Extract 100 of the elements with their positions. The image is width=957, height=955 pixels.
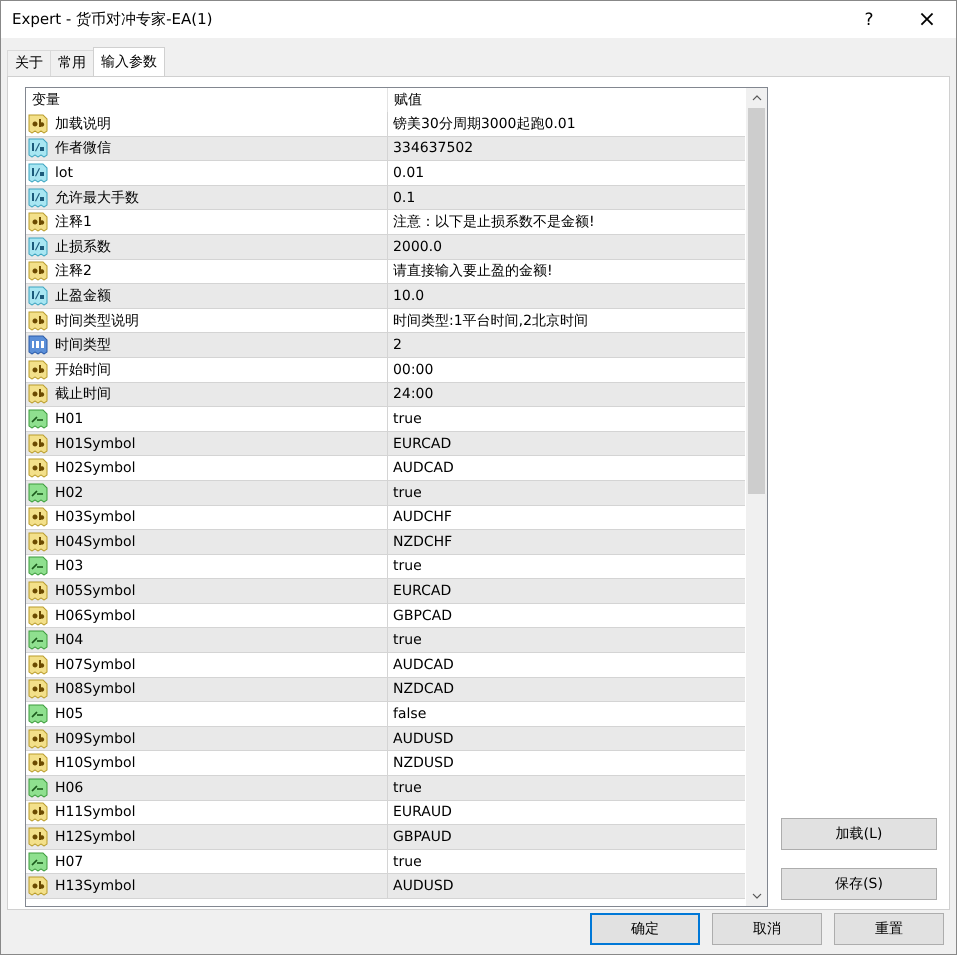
type-icon — [28, 728, 48, 749]
variable-name: H03Symbol — [55, 509, 136, 526]
variable-value[interactable]: 请直接输入要止盈的金额! — [393, 262, 553, 280]
variable-value[interactable]: true — [393, 780, 422, 796]
variable-value[interactable]: 镑美30分周期3000起跑0.01 — [393, 114, 576, 133]
scroll-up-icon[interactable] — [752, 95, 762, 101]
variable-name: H11Symbol — [55, 804, 136, 820]
type-icon — [28, 556, 48, 576]
variable-value[interactable]: 0.01 — [393, 164, 424, 181]
variable-value[interactable]: EURCAD — [393, 583, 452, 600]
variable-name: 截止时间 — [55, 385, 111, 404]
type-icon — [28, 827, 48, 848]
type-icon — [28, 630, 48, 650]
type-icon — [28, 212, 48, 232]
variable-name: 止盈金额 — [55, 286, 111, 305]
variable-value[interactable]: true — [393, 410, 422, 427]
variable-name: H07Symbol — [55, 656, 136, 673]
variable-name: H05Symbol — [55, 583, 136, 600]
dialog-button[interactable]: 重置 — [834, 913, 944, 945]
variable-value[interactable]: AUDUSD — [393, 878, 454, 894]
type-icon — [28, 384, 48, 404]
side-button[interactable]: 保存(S) — [781, 868, 937, 900]
variable-name: 时间类型说明 — [55, 312, 139, 330]
type-icon — [28, 532, 48, 552]
variable-value[interactable]: true — [393, 632, 422, 648]
variable-name: H03 — [55, 558, 84, 574]
variable-name: H09Symbol — [55, 730, 136, 747]
type-icon — [28, 434, 48, 454]
type-icon — [28, 236, 48, 257]
close-button[interactable]: × — [898, 7, 956, 32]
window-title: Expert - 货币对冲专家-EA(1) — [12, 10, 214, 29]
variable-name: 开始时间 — [55, 360, 111, 379]
variable-value[interactable]: AUDCHF — [393, 509, 452, 526]
type-icon — [28, 876, 48, 896]
variable-value[interactable]: 0.1 — [393, 190, 416, 206]
scroll-down-icon[interactable] — [752, 893, 762, 899]
variable-value[interactable]: AUDCAD — [393, 460, 454, 476]
variable-value[interactable]: false — [393, 706, 426, 722]
type-icon — [28, 138, 48, 158]
variable-name: 作者微信 — [55, 139, 111, 158]
variable-name: H04Symbol — [55, 534, 136, 550]
type-icon — [28, 778, 48, 798]
side-button[interactable]: 加载(L) — [781, 818, 937, 850]
variable-value[interactable]: GBPAUD — [393, 829, 452, 846]
variable-value[interactable]: EURAUD — [393, 804, 452, 820]
variable-name: H12Symbol — [55, 829, 136, 846]
variable-value[interactable]: 00:00 — [393, 362, 434, 378]
variable-name: lot — [55, 164, 73, 181]
variable-value[interactable]: true — [393, 558, 422, 574]
variable-value[interactable]: NZDCHF — [393, 534, 452, 550]
type-icon — [28, 507, 48, 528]
scrollbar[interactable] — [746, 88, 767, 906]
type-icon — [28, 335, 48, 356]
variable-value[interactable]: 10.0 — [393, 288, 424, 304]
variable-value[interactable]: AUDCAD — [393, 656, 454, 673]
variable-name: H06 — [55, 780, 84, 796]
type-icon — [28, 704, 48, 724]
variable-name: 注释1 — [55, 213, 92, 232]
tab[interactable]: 关于 — [7, 50, 51, 76]
type-icon — [28, 581, 48, 602]
variable-name: H05 — [55, 706, 84, 722]
variable-value[interactable]: 24:00 — [393, 386, 434, 402]
variable-name: H10Symbol — [55, 755, 136, 772]
variable-value[interactable]: true — [393, 484, 422, 501]
type-icon — [28, 162, 48, 183]
variable-value[interactable]: GBPCAD — [393, 608, 452, 624]
variable-value[interactable]: 2000.0 — [393, 238, 442, 255]
variable-name: H07 — [55, 854, 84, 870]
variable-name: H04 — [55, 632, 84, 648]
type-icon — [28, 310, 48, 331]
variable-value[interactable]: 334637502 — [393, 140, 474, 156]
variable-name: H08Symbol — [55, 681, 136, 698]
type-icon — [28, 482, 48, 503]
type-icon — [28, 188, 48, 208]
variable-value[interactable]: EURCAD — [393, 436, 452, 452]
variable-name: 注释2 — [55, 262, 92, 280]
type-icon — [28, 261, 48, 282]
type-icon — [28, 458, 48, 478]
variable-name: H01Symbol — [55, 436, 136, 452]
tab[interactable]: 输入参数 — [93, 47, 165, 76]
type-icon — [28, 114, 48, 134]
dialog-button[interactable]: 取消 — [712, 913, 822, 945]
variable-name: 加载说明 — [55, 114, 111, 133]
variable-value[interactable]: 时间类型:1平台时间,2北京时间 — [393, 312, 588, 330]
help-button[interactable]: ? — [840, 10, 898, 30]
type-icon — [28, 606, 48, 626]
dialog-button[interactable]: 确定 — [590, 913, 700, 945]
variable-name: H13Symbol — [55, 878, 136, 894]
variable-value[interactable]: true — [393, 854, 422, 870]
type-icon — [28, 286, 48, 306]
variable-name: 允许最大手数 — [55, 188, 139, 207]
variable-value[interactable]: 2 — [393, 337, 402, 354]
type-icon — [28, 802, 48, 822]
variable-value[interactable]: AUDUSD — [393, 730, 454, 747]
column-header: 赋值 — [393, 91, 423, 110]
variable-name: 止损系数 — [55, 238, 111, 256]
variable-value[interactable]: 注意：以下是止损系数不是金额! — [393, 213, 595, 232]
variable-value[interactable]: NZDCAD — [393, 681, 454, 698]
variable-value[interactable]: NZDUSD — [393, 755, 454, 772]
type-icon — [28, 654, 48, 675]
